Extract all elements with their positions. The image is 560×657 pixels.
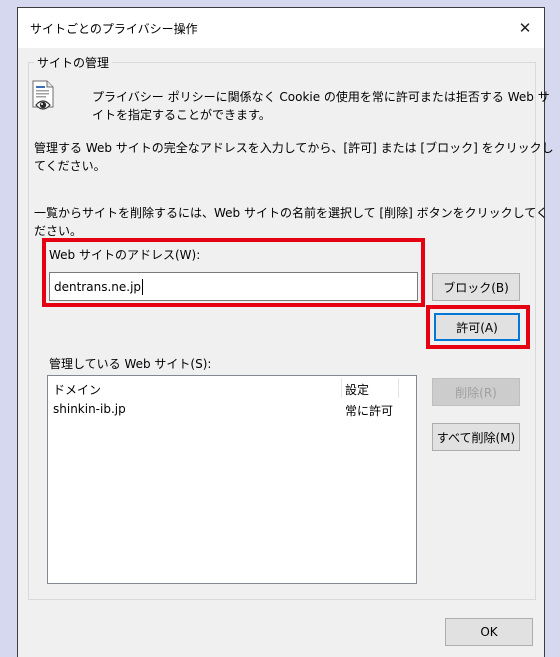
column-divider[interactable] xyxy=(398,378,399,398)
managed-sites-list[interactable]: ドメイン 設定 shinkin-ib.jp 常に許可 xyxy=(47,375,417,584)
remove-all-button[interactable]: すべて削除(M) xyxy=(432,423,520,451)
instruction-remove-line2: ださい。 xyxy=(34,224,83,238)
instruction-add-line1: 管理する Web サイトの完全なアドレスを入力してから、[許可] または [ブロ… xyxy=(34,141,554,155)
dialog-title: サイトごとのプライバシー操作 xyxy=(30,22,198,36)
managed-sites-label: 管理している Web サイト(S): xyxy=(49,357,212,371)
list-item-domain: shinkin-ib.jp xyxy=(53,402,126,416)
remove-button[interactable]: 削除(R) xyxy=(432,378,520,406)
close-icon: ✕ xyxy=(518,19,532,37)
ok-button[interactable]: OK xyxy=(445,618,533,646)
column-header-setting[interactable]: 設定 xyxy=(345,381,369,398)
instruction-remove-line1: 一覧からサイトを削除するには、Web サイトの名前を選択して [削除] ボタンを… xyxy=(34,206,548,220)
close-button[interactable]: ✕ xyxy=(506,8,544,48)
address-highlight-box xyxy=(42,238,425,307)
list-item[interactable]: shinkin-ib.jp 常に許可 xyxy=(48,402,416,422)
list-item-setting: 常に許可 xyxy=(345,404,394,418)
privacy-document-icon xyxy=(30,80,60,116)
allow-highlight-box xyxy=(426,305,530,349)
group-label: サイトの管理 xyxy=(34,54,113,71)
block-button[interactable]: ブロック(B) xyxy=(432,273,520,301)
column-divider[interactable] xyxy=(341,378,342,398)
info-text-line2: イトを指定することができます。 xyxy=(92,108,271,122)
info-text-line1: プライバシー ポリシーに関係なく Cookie の使用を常に許可または拒否する … xyxy=(92,90,550,104)
privacy-dialog: サイトごとのプライバシー操作 ✕ サイトの管理 プライバシー ポリシーに関係なく… xyxy=(17,7,554,657)
title-bar: サイトごとのプライバシー操作 ✕ xyxy=(18,8,544,48)
column-header-domain[interactable]: ドメイン xyxy=(53,381,101,398)
instruction-add-line2: てください。 xyxy=(34,159,106,173)
list-header: ドメイン 設定 xyxy=(48,376,416,398)
